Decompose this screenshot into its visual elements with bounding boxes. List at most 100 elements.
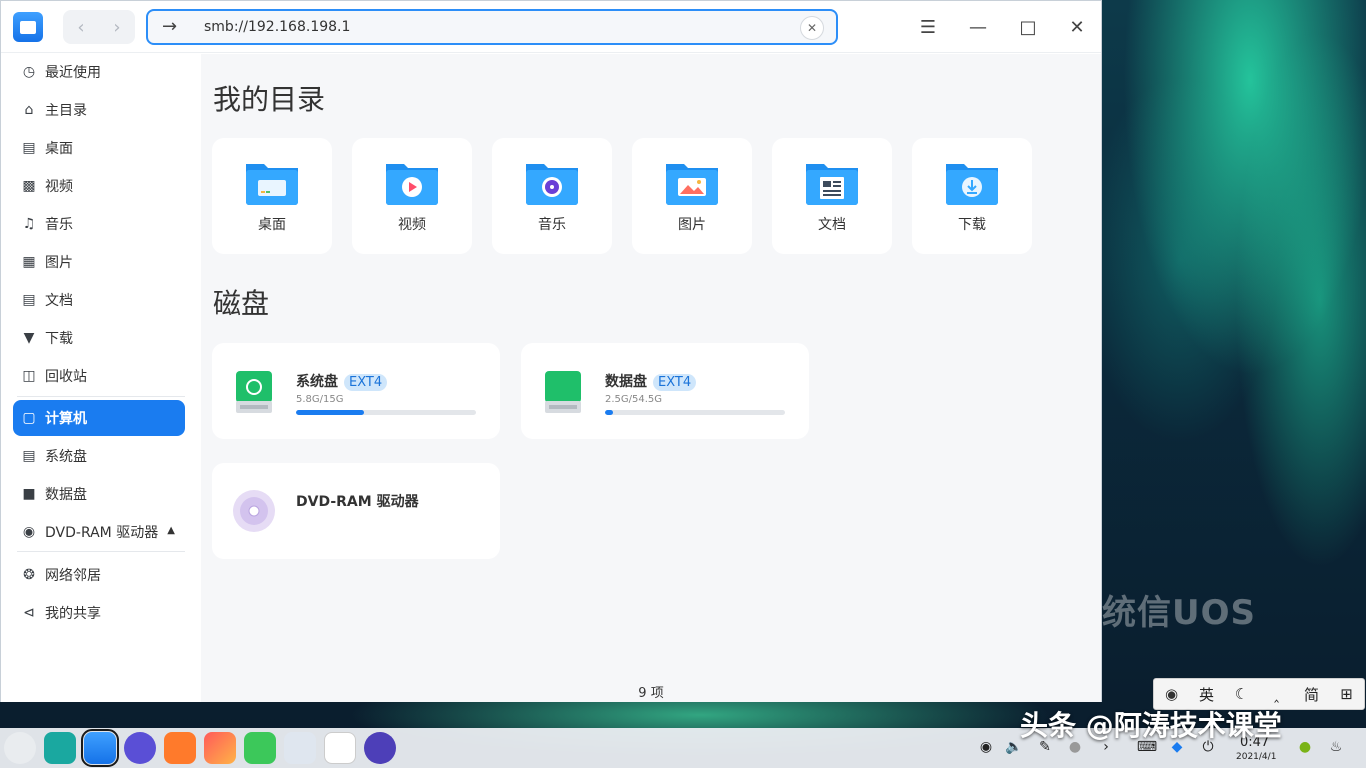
folder-label: 视频 (398, 217, 426, 233)
sidebar-item-documents[interactable]: ▤ 文档 (13, 282, 185, 318)
folder-card-music[interactable]: 音乐 (492, 138, 612, 254)
calendar-icon[interactable] (324, 732, 356, 764)
file-manager-icon[interactable] (81, 729, 119, 767)
folder-card-desktop[interactable]: 桌面 (212, 138, 332, 254)
launcher-icon[interactable] (4, 732, 36, 764)
sidebar-item-pictures[interactable]: ▦ 图片 (13, 244, 185, 280)
status-dot-icon: ● (1298, 739, 1312, 755)
app-store-icon[interactable] (164, 732, 196, 764)
sidebar-item-label: 计算机 (45, 411, 87, 427)
picture-icon: ▦ (22, 254, 36, 270)
computer-icon: ▢ (22, 410, 36, 426)
sidebar-item-videos[interactable]: ▩ 视频 (13, 168, 185, 204)
disk-usage: 5.8G/15G (296, 394, 344, 405)
menu-button[interactable]: ☰ (915, 14, 941, 40)
sidebar-item-trash[interactable]: ◫ 回收站 (13, 358, 185, 394)
ime-logo-icon[interactable]: ◉ (1160, 685, 1184, 703)
disk-card-dvd[interactable]: DVD-RAM 驱动器 (212, 463, 500, 559)
disk-usage-fill (605, 410, 614, 415)
system-disk-icon (236, 371, 272, 413)
sidebar-item-dvd[interactable]: ◉ DVD-RAM 驱动器 ▲ (13, 514, 185, 550)
sidebar-item-home[interactable]: ⌂ 主目录 (13, 92, 185, 128)
sidebar-item-label: 视频 (45, 179, 73, 195)
sidebar-item-system-disk[interactable]: ▤ 系统盘 (13, 438, 185, 474)
filesystem-badge: EXT4 (653, 374, 697, 391)
folder-label: 文档 (818, 217, 846, 233)
picture-folder-icon (666, 164, 718, 205)
network-icon: ❂ (23, 567, 35, 583)
my-directories-title: 我的目录 (213, 83, 326, 116)
sidebar-item-music[interactable]: ♫ 音乐 (13, 206, 185, 242)
settings-icon[interactable] (364, 732, 396, 764)
clear-address-button[interactable]: ✕ (800, 16, 824, 40)
forward-button[interactable]: › (99, 10, 135, 44)
close-window-button[interactable]: ✕ (1064, 14, 1090, 40)
sidebar-item-label: 音乐 (45, 217, 73, 233)
sidebar-item-label: 最近使用 (45, 65, 101, 81)
sidebar-item-computer[interactable]: ▢ 计算机 (13, 400, 185, 436)
desktop-folder-icon (246, 164, 298, 205)
folder-label: 音乐 (538, 217, 566, 233)
disk-icon: ■ (22, 486, 36, 502)
disk-card-data[interactable]: 数据盘 EXT4 2.5G/54.5G (521, 343, 809, 439)
sidebar-item-recent[interactable]: ◷ 最近使用 (13, 54, 185, 90)
disk-usage-bar (605, 410, 785, 415)
sidebar-item-label: 文档 (45, 293, 73, 309)
clock-icon: ◷ (22, 64, 36, 80)
folder-card-downloads[interactable]: 下载 (912, 138, 1032, 254)
document-folder-icon (806, 164, 858, 205)
disk-name: 系统盘 EXT4 (296, 371, 388, 391)
disk-card-system[interactable]: 系统盘 EXT4 5.8G/15G (212, 343, 500, 439)
browser-icon[interactable] (124, 732, 156, 764)
minimize-button[interactable]: — (965, 14, 991, 40)
hamburger-menu-icon: ☰ (919, 16, 937, 38)
address-input[interactable]: smb://192.168.198.1 (204, 19, 350, 35)
sidebar-item-desktop[interactable]: ▤ 桌面 (13, 130, 185, 166)
trash-icon: ◫ (22, 368, 36, 384)
go-arrow-icon[interactable]: → (162, 16, 177, 37)
address-bar[interactable]: → smb://192.168.198.1 ✕ (146, 9, 838, 45)
disks-title: 磁盘 (213, 287, 270, 320)
folder-card-documents[interactable]: 文档 (772, 138, 892, 254)
maximize-button[interactable]: □ (1015, 14, 1041, 40)
desktop-icon: ▤ (22, 140, 36, 156)
folder-label: 图片 (678, 217, 706, 233)
bell-icon[interactable]: ♨ (1325, 736, 1347, 758)
disk-usage: 2.5G/54.5G (605, 394, 663, 405)
input-method-tray-icon[interactable]: ◉ (975, 736, 997, 758)
folder-card-videos[interactable]: 视频 (352, 138, 472, 254)
titlebar: ‹ › → smb://192.168.198.1 ✕ ☰ — □ ✕ (1, 1, 1101, 53)
image-viewer-icon[interactable] (204, 732, 236, 764)
file-manager-window: ‹ › → smb://192.168.198.1 ✕ ☰ — □ ✕ ◷ 最近… (0, 0, 1102, 702)
music-player-icon[interactable] (244, 732, 276, 764)
close-icon: ✕ (806, 21, 818, 35)
folder-card-pictures[interactable]: 图片 (632, 138, 752, 254)
watermark: 头条 @阿涛技术课堂 (1020, 709, 1282, 742)
moon-icon[interactable]: ☾ (1230, 685, 1254, 703)
sidebar-item-label: 下载 (45, 331, 73, 347)
document-viewer-icon[interactable] (284, 732, 316, 764)
sidebar-item-downloads[interactable]: ▼ 下载 (13, 320, 185, 356)
share-icon: ⊲ (23, 605, 35, 621)
sidebar-item-label: 桌面 (45, 141, 73, 157)
clock-date[interactable]: 2021/4/1 (1236, 752, 1276, 762)
sidebar-item-label: DVD-RAM 驱动器 (45, 525, 159, 541)
video-folder-icon (386, 164, 438, 205)
grid-icon[interactable]: ⊞ (1335, 685, 1359, 703)
download-icon: ▼ (23, 330, 35, 346)
back-button[interactable]: ‹ (63, 10, 99, 44)
sidebar-item-network[interactable]: ❂ 网络邻居 (13, 557, 185, 593)
disk-usage-bar (296, 410, 476, 415)
main-content: 我的目录 桌面 视频 音乐 图片 文档 下载 磁盘 系统盘 EXT4 5.8G/… (201, 54, 1101, 702)
terminal-icon[interactable] (44, 732, 76, 764)
data-disk-icon (545, 371, 581, 413)
ime-language-toggle[interactable]: 英 (1195, 684, 1219, 705)
sidebar-item-share[interactable]: ⊲ 我的共享 (13, 595, 185, 631)
home-icon: ⌂ (24, 102, 34, 118)
sidebar-item-label: 系统盘 (45, 449, 87, 465)
eject-icon[interactable]: ▲ (167, 525, 175, 536)
punctuation-icon[interactable]: ‸ (1265, 685, 1289, 703)
download-folder-icon (946, 164, 998, 205)
sidebar-item-data-disk[interactable]: ■ 数据盘 (13, 476, 185, 512)
ime-simplified-toggle[interactable]: 简 (1300, 684, 1324, 705)
